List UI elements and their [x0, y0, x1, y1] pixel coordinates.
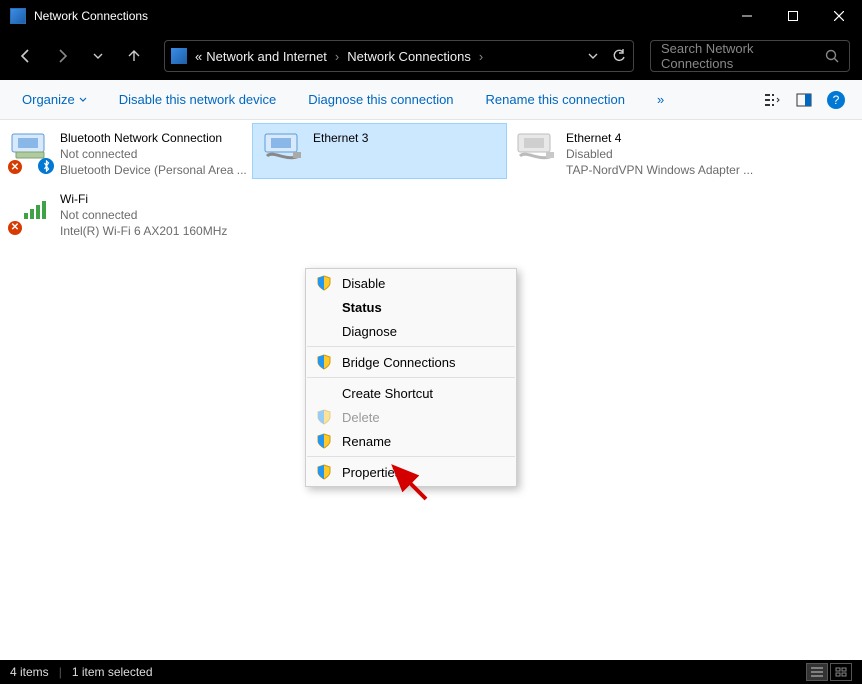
view-options-button[interactable]: [758, 86, 786, 114]
chevron-down-icon: [79, 96, 87, 104]
divider: |: [59, 665, 62, 679]
menu-bridge[interactable]: Bridge Connections: [306, 350, 516, 374]
bluetooth-badge-icon: [38, 158, 54, 174]
search-icon: [825, 49, 839, 63]
navbar: « Network and Internet › Network Connect…: [0, 32, 862, 80]
menu-separator: [307, 456, 515, 457]
selection-count: 1 item selected: [72, 665, 153, 679]
connection-name: Ethernet 4: [566, 130, 753, 146]
menu-separator: [307, 346, 515, 347]
up-button[interactable]: [120, 42, 148, 70]
disable-device-button[interactable]: Disable this network device: [109, 86, 287, 113]
refresh-icon[interactable]: [611, 48, 627, 64]
arrow-left-icon: [18, 48, 34, 64]
menu-diagnose[interactable]: Diagnose: [306, 319, 516, 343]
menu-delete: Delete: [306, 405, 516, 429]
column: ✕ Bluetooth Network Connection Not conne…: [0, 124, 253, 660]
forward-button[interactable]: [48, 42, 76, 70]
menu-separator: [307, 377, 515, 378]
connection-name: Wi-Fi: [60, 191, 227, 207]
menu-disable[interactable]: Disable: [306, 271, 516, 295]
error-badge-icon: ✕: [8, 221, 22, 235]
view-icon: [764, 92, 780, 108]
ethernet-adapter-disabled-icon: [516, 130, 556, 162]
back-button[interactable]: [12, 42, 40, 70]
connection-icon: [263, 130, 305, 172]
connection-device: TAP-NordVPN Windows Adapter ...: [566, 162, 753, 178]
connection-icon: [516, 130, 558, 172]
connection-name: Ethernet 3: [313, 130, 368, 146]
wifi-adapter-icon: [10, 191, 50, 223]
shield-icon: [316, 409, 332, 425]
maximize-icon: [788, 11, 798, 21]
rename-connection-button[interactable]: Rename this connection: [476, 86, 635, 113]
location-icon: [171, 48, 187, 64]
arrow-right-icon: [54, 48, 70, 64]
toolbar-overflow[interactable]: »: [647, 86, 674, 113]
list-view-icon: [811, 667, 823, 677]
connection-device: Bluetooth Device (Personal Area ...: [60, 162, 247, 178]
chevron-right-icon: ›: [335, 49, 339, 64]
diagnose-connection-button[interactable]: Diagnose this connection: [298, 86, 463, 113]
help-icon: ?: [827, 91, 845, 109]
chevron-right-icon: ›: [479, 49, 483, 64]
shield-icon: [316, 275, 332, 291]
preview-pane-icon: [796, 92, 812, 108]
menu-create-shortcut[interactable]: Create Shortcut: [306, 381, 516, 405]
breadcrumb-part1[interactable]: Network and Internet: [206, 49, 327, 64]
preview-pane-button[interactable]: [790, 86, 818, 114]
close-icon: [834, 11, 844, 21]
minimize-button[interactable]: [724, 0, 770, 32]
search-placeholder: Search Network Connections: [661, 41, 825, 71]
context-menu: Disable Status Diagnose Bridge Connectio…: [305, 268, 517, 487]
item-count: 4 items: [10, 665, 49, 679]
window-title: Network Connections: [34, 9, 724, 23]
ethernet-adapter-icon: [263, 130, 303, 162]
shield-icon: [316, 464, 332, 480]
arrow-up-icon: [126, 48, 142, 64]
recent-dropdown[interactable]: [84, 42, 112, 70]
connection-bluetooth[interactable]: ✕ Bluetooth Network Connection Not conne…: [0, 124, 253, 185]
titlebar: Network Connections: [0, 0, 862, 32]
content-area: ✕ Bluetooth Network Connection Not conne…: [0, 120, 862, 660]
menu-rename[interactable]: Rename: [306, 429, 516, 453]
search-input[interactable]: Search Network Connections: [650, 40, 850, 72]
breadcrumb[interactable]: « Network and Internet › Network Connect…: [164, 40, 634, 72]
minimize-icon: [742, 11, 752, 21]
connection-device: Intel(R) Wi-Fi 6 AX201 160MHz: [60, 223, 227, 239]
grid-view-icon: [835, 667, 847, 677]
shield-icon: [316, 433, 332, 449]
connection-icon: ✕: [10, 130, 52, 172]
connection-ethernet3[interactable]: Ethernet 3: [253, 124, 506, 178]
app-icon: [10, 8, 26, 24]
connection-status: Not connected: [60, 207, 227, 223]
shield-icon: [316, 354, 332, 370]
maximize-button[interactable]: [770, 0, 816, 32]
connection-status: Disabled: [566, 146, 753, 162]
connection-name: Bluetooth Network Connection: [60, 130, 247, 146]
view-details-button[interactable]: [806, 663, 828, 681]
chevron-down-icon[interactable]: [587, 50, 599, 62]
connection-wifi[interactable]: ✕ Wi-Fi Not connected Intel(R) Wi-Fi 6 A…: [0, 185, 253, 246]
connection-status: Not connected: [60, 146, 247, 162]
column: Ethernet 4 Disabled TAP-NordVPN Windows …: [506, 124, 759, 660]
error-badge-icon: ✕: [8, 160, 22, 174]
menu-properties[interactable]: Properties: [306, 460, 516, 484]
view-large-button[interactable]: [830, 663, 852, 681]
breadcrumb-part2[interactable]: Network Connections: [347, 49, 471, 64]
chevron-down-icon: [92, 50, 104, 62]
connection-icon: ✕: [10, 191, 52, 233]
statusbar: 4 items | 1 item selected: [0, 660, 862, 684]
menu-status[interactable]: Status: [306, 295, 516, 319]
toolbar: Organize Disable this network device Dia…: [0, 80, 862, 120]
breadcrumb-prefix: «: [195, 49, 202, 64]
connection-ethernet4[interactable]: Ethernet 4 Disabled TAP-NordVPN Windows …: [506, 124, 759, 185]
help-button[interactable]: ?: [822, 86, 850, 114]
organize-menu[interactable]: Organize: [12, 86, 97, 113]
close-button[interactable]: [816, 0, 862, 32]
